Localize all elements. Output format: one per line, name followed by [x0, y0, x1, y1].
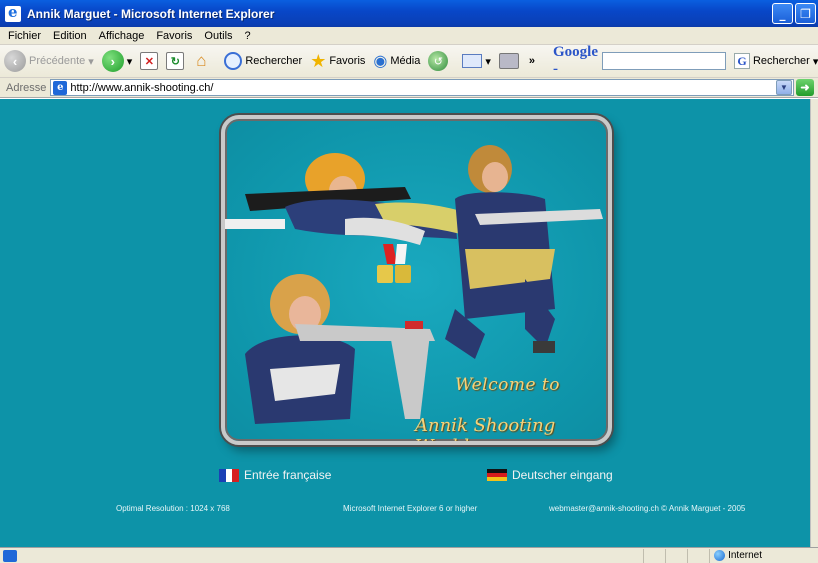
vertical-scrollbar[interactable]	[810, 99, 818, 547]
favorites-button[interactable]: ★ Favoris	[306, 48, 369, 74]
history-icon: ↺	[428, 51, 449, 71]
german-entry-label[interactable]: Deutscher eingang	[512, 468, 613, 482]
search-button[interactable]: Rechercher	[220, 48, 306, 74]
chevron-down-icon: ▾	[126, 55, 133, 68]
hero-image: Welcome to Annik Shooting World	[221, 115, 612, 445]
history-button[interactable]: ↺	[424, 48, 452, 74]
menu-bar: Fichier Edition Affichage Favoris Outils…	[0, 27, 818, 45]
footer-contact[interactable]: webmaster@annik-shooting.ch © Annik Marg…	[549, 504, 745, 513]
google-search-button[interactable]: G Rechercher ▾	[733, 53, 818, 69]
menu-help[interactable]: ?	[239, 30, 257, 42]
germany-flag-icon	[487, 468, 507, 482]
mail-icon	[462, 54, 483, 68]
zone-label: Internet	[728, 550, 762, 561]
page-status-icon	[3, 549, 17, 562]
forward-arrow-icon: ›	[101, 50, 124, 72]
chevron-down-icon: ▾	[485, 55, 491, 68]
page-icon: e	[53, 80, 68, 95]
address-url[interactable]: http://www.annik-shooting.ch/	[70, 82, 213, 94]
media-icon: ◉	[373, 53, 388, 70]
site-title: Annik Shooting World	[415, 415, 556, 441]
search-label: Rechercher	[245, 55, 303, 67]
address-dropdown-button[interactable]: ▼	[776, 80, 792, 95]
refresh-icon: ↻	[166, 52, 185, 70]
google-search-label: Rechercher	[752, 55, 810, 67]
google-toolbar-menu[interactable]: Google -	[553, 44, 598, 78]
search-icon	[224, 52, 243, 70]
status-panel	[687, 548, 709, 563]
star-icon: ★	[310, 50, 327, 71]
printer-icon	[498, 53, 519, 69]
toolbar-overflow-button[interactable]: »	[529, 55, 535, 67]
stop-icon: ✕	[140, 52, 159, 70]
german-entry-link[interactable]: Deutscher eingang	[487, 468, 613, 482]
go-button[interactable]: ➜	[796, 79, 814, 96]
mail-button[interactable]: ▾	[458, 48, 495, 74]
menu-edition[interactable]: Edition	[47, 30, 93, 42]
welcome-heading: Welcome to	[455, 375, 560, 395]
globe-icon	[714, 550, 726, 561]
france-flag-icon	[219, 468, 240, 482]
home-icon: ⌂	[196, 51, 207, 70]
back-label: Précédente	[29, 55, 86, 67]
media-button[interactable]: ◉ Média	[369, 48, 424, 74]
ie-icon	[5, 3, 21, 22]
back-arrow-icon: ‹	[4, 50, 26, 72]
address-field[interactable]: e http://www.annik-shooting.ch/ ▼	[50, 79, 794, 96]
toolbar: ‹ Précédente ▾ › ▾ ✕ ↻ ⌂ Rechercher ★ Fa…	[0, 44, 818, 78]
french-entry-label[interactable]: Entrée française	[244, 468, 331, 482]
home-button[interactable]: ⌂	[188, 48, 214, 74]
french-entry-link[interactable]: Entrée française	[219, 468, 331, 482]
forward-button[interactable]: › ▾	[98, 48, 137, 74]
chevron-down-icon: ▾	[88, 55, 94, 68]
menu-favoris[interactable]: Favoris	[150, 30, 198, 42]
footer-resolution: Optimal Resolution : 1024 x 768	[116, 504, 230, 513]
window-title: Annik Marguet - Microsoft Internet Explo…	[27, 6, 275, 21]
stop-button[interactable]: ✕	[136, 48, 162, 74]
google-search-input[interactable]	[601, 52, 726, 70]
footer-browser: Microsoft Internet Explorer 6 or higher	[343, 504, 478, 513]
menu-fichier[interactable]: Fichier	[0, 30, 47, 42]
restore-button[interactable]: ❐	[795, 3, 816, 24]
status-panel	[665, 548, 687, 563]
window-controls: _ ❐	[772, 3, 816, 24]
menu-outils[interactable]: Outils	[198, 30, 238, 42]
page-content: Welcome to Annik Shooting World Entrée f…	[0, 99, 810, 547]
google-g-icon: G	[733, 53, 750, 69]
minimize-button[interactable]: _	[772, 3, 793, 24]
status-bar: Internet	[0, 547, 818, 563]
refresh-button[interactable]: ↻	[162, 48, 188, 74]
address-label: Adresse	[6, 81, 47, 94]
security-zone: Internet	[709, 548, 818, 563]
media-label: Média	[390, 55, 421, 67]
chevron-down-icon: ▾	[812, 55, 818, 68]
favorites-label: Favoris	[329, 55, 366, 67]
address-bar: Adresse e http://www.annik-shooting.ch/ …	[0, 78, 818, 98]
print-button[interactable]	[495, 48, 523, 74]
title-bar: Annik Marguet - Microsoft Internet Explo…	[0, 0, 818, 27]
menu-affichage[interactable]: Affichage	[93, 30, 151, 42]
back-button[interactable]: ‹ Précédente ▾	[0, 48, 98, 74]
status-panel	[643, 548, 665, 563]
